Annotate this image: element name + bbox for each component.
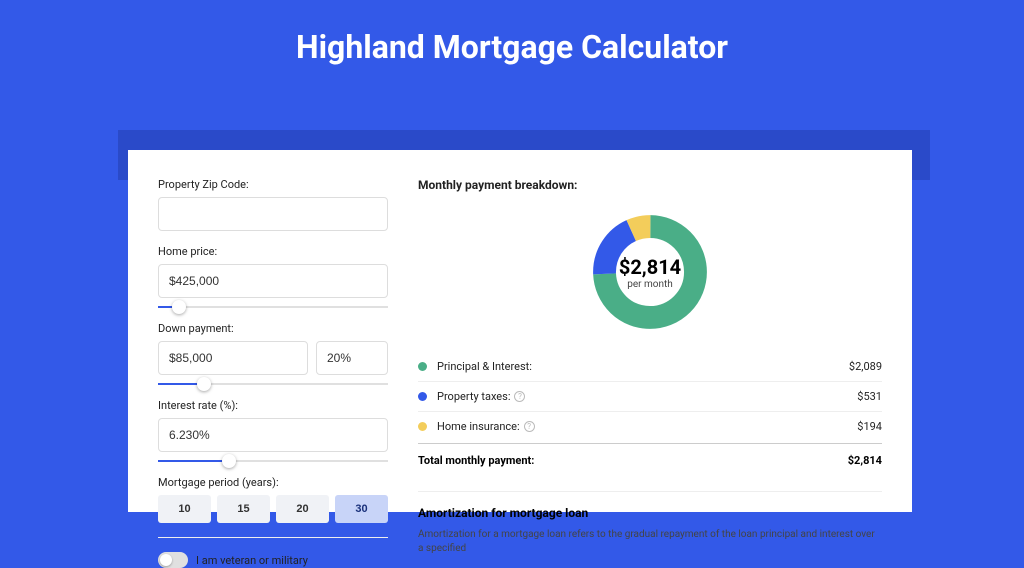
- down-payment-slider-thumb[interactable]: [197, 377, 211, 391]
- period-button-10[interactable]: 10: [158, 495, 211, 523]
- legend-row: Home insurance:?$194: [418, 412, 882, 441]
- home-price-slider-thumb[interactable]: [172, 300, 186, 314]
- donut-chart: $2,814 per month: [418, 202, 882, 342]
- veteran-toggle-row: I am veteran or military: [158, 537, 388, 568]
- total-value: $2,814: [848, 454, 882, 467]
- inputs-panel: Property Zip Code: Home price: Down paym…: [158, 178, 410, 512]
- home-price-slider[interactable]: [158, 306, 388, 308]
- down-payment-slider[interactable]: [158, 383, 388, 385]
- home-price-field-group: Home price:: [158, 245, 388, 308]
- legend-row: Principal & Interest:$2,089: [418, 352, 882, 382]
- down-payment-label: Down payment:: [158, 322, 388, 335]
- amortization-title: Amortization for mortgage loan: [418, 506, 882, 520]
- legend-row: Property taxes:?$531: [418, 382, 882, 412]
- legend-label: Property taxes:?: [437, 390, 857, 403]
- interest-rate-slider-thumb[interactable]: [222, 454, 236, 468]
- donut-center-label: $2,814 per month: [619, 255, 681, 290]
- down-payment-field-group: Down payment:: [158, 322, 388, 385]
- legend-value: $2,089: [849, 360, 882, 373]
- legend-dot-icon: [418, 362, 427, 371]
- veteran-toggle-label: I am veteran or military: [196, 554, 308, 567]
- legend-dot-icon: [418, 392, 427, 401]
- calculator-card: Property Zip Code: Home price: Down paym…: [128, 150, 912, 512]
- interest-rate-field-group: Interest rate (%):: [158, 399, 388, 462]
- period-button-15[interactable]: 15: [217, 495, 270, 523]
- amortization-text: Amortization for a mortgage loan refers …: [418, 528, 882, 556]
- legend-value: $531: [857, 390, 882, 403]
- breakdown-legend: Principal & Interest:$2,089Property taxe…: [418, 352, 882, 441]
- total-row: Total monthly payment: $2,814: [418, 443, 882, 477]
- period-button-20[interactable]: 20: [276, 495, 329, 523]
- total-label: Total monthly payment:: [418, 454, 848, 467]
- down-payment-amount-input[interactable]: [158, 341, 308, 375]
- donut-center-period: per month: [619, 279, 681, 290]
- legend-label: Home insurance:?: [437, 420, 857, 433]
- breakdown-panel: Monthly payment breakdown: $2,814 per mo…: [410, 178, 882, 512]
- down-payment-percent-input[interactable]: [316, 341, 388, 375]
- mortgage-period-field-group: Mortgage period (years): 10152030: [158, 476, 388, 523]
- amortization-section: Amortization for mortgage loan Amortizat…: [418, 491, 882, 556]
- page-title: Highland Mortgage Calculator: [0, 0, 1024, 66]
- period-button-30[interactable]: 30: [335, 495, 388, 523]
- donut-center-amount: $2,814: [619, 255, 681, 279]
- legend-value: $194: [857, 420, 882, 433]
- legend-dot-icon: [418, 422, 427, 431]
- interest-rate-label: Interest rate (%):: [158, 399, 388, 412]
- home-price-input[interactable]: [158, 264, 388, 298]
- zip-input[interactable]: [158, 197, 388, 231]
- info-icon[interactable]: ?: [514, 391, 525, 402]
- info-icon[interactable]: ?: [524, 421, 535, 432]
- breakdown-title: Monthly payment breakdown:: [418, 178, 882, 192]
- interest-rate-slider[interactable]: [158, 460, 388, 462]
- mortgage-period-label: Mortgage period (years):: [158, 476, 388, 489]
- zip-label: Property Zip Code:: [158, 178, 388, 191]
- zip-field-group: Property Zip Code:: [158, 178, 388, 231]
- interest-rate-input[interactable]: [158, 418, 388, 452]
- veteran-toggle[interactable]: [158, 552, 188, 568]
- legend-label: Principal & Interest:: [437, 360, 849, 373]
- home-price-label: Home price:: [158, 245, 388, 258]
